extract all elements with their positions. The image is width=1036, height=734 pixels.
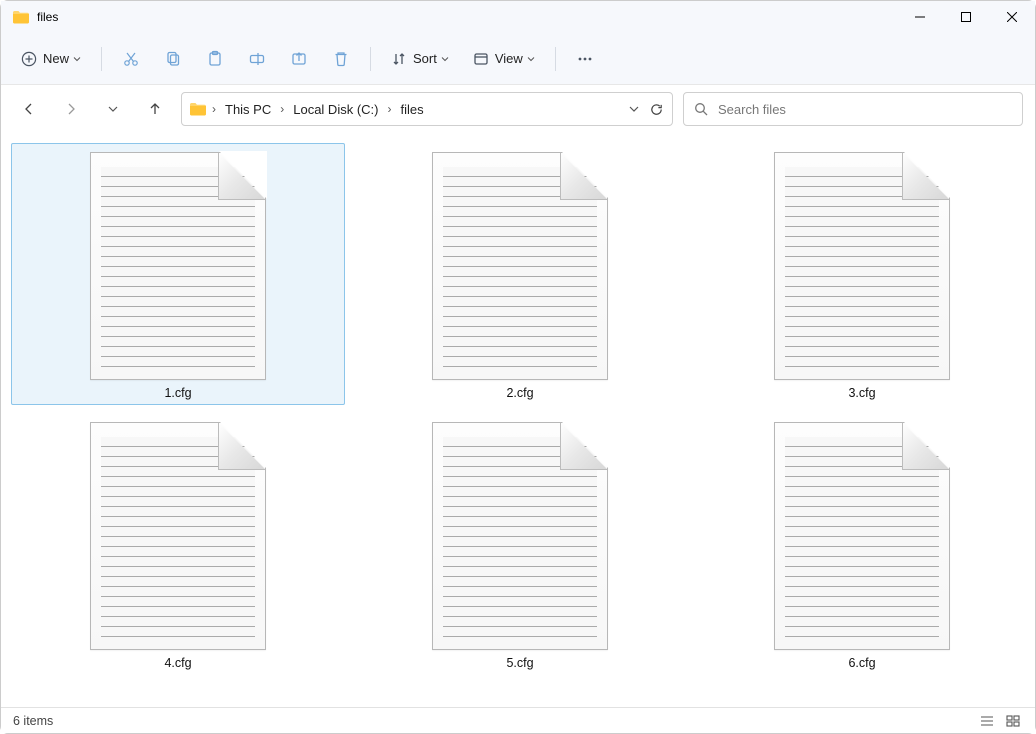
copy-button[interactable]	[154, 41, 192, 77]
icons-view-button[interactable]	[1003, 712, 1023, 730]
chevron-down-icon	[527, 55, 535, 63]
clipboard-icon	[206, 50, 224, 68]
close-button[interactable]	[989, 1, 1035, 33]
file-thumbnail	[774, 152, 950, 380]
share-icon	[290, 50, 308, 68]
nav-row: › This PC › Local Disk (C:) › files	[1, 85, 1035, 133]
new-label: New	[43, 51, 69, 66]
file-item[interactable]: 4.cfg	[11, 413, 345, 675]
chevron-down-icon	[73, 55, 81, 63]
file-name: 1.cfg	[164, 386, 191, 400]
more-button[interactable]	[566, 41, 604, 77]
file-item[interactable]: 1.cfg	[11, 143, 345, 405]
chevron-down-icon	[441, 55, 449, 63]
window-controls	[897, 1, 1035, 33]
breadcrumb[interactable]: files	[397, 100, 426, 119]
forward-button[interactable]	[55, 93, 87, 125]
recent-button[interactable]	[97, 93, 129, 125]
file-item[interactable]: 6.cfg	[695, 413, 1029, 675]
file-name: 3.cfg	[848, 386, 875, 400]
history-dropdown[interactable]	[629, 104, 639, 114]
file-item[interactable]: 5.cfg	[353, 413, 687, 675]
minimize-button[interactable]	[897, 1, 943, 33]
chevron-right-icon: ›	[385, 102, 393, 116]
maximize-button[interactable]	[943, 1, 989, 33]
separator	[555, 47, 556, 71]
search-input[interactable]	[718, 102, 1012, 117]
view-button[interactable]: View	[463, 41, 545, 77]
file-pane[interactable]: 1.cfg 2.cfg 3.cfg 4.cfg 5.cfg	[1, 133, 1035, 707]
cut-button[interactable]	[112, 41, 150, 77]
file-thumbnail	[432, 422, 608, 650]
new-button[interactable]: New	[11, 41, 91, 77]
item-count: 6 items	[13, 714, 53, 728]
rename-icon	[248, 50, 266, 68]
separator	[101, 47, 102, 71]
search-icon	[694, 102, 708, 116]
view-icon	[473, 51, 489, 67]
trash-icon	[332, 50, 350, 68]
file-name: 6.cfg	[848, 656, 875, 670]
separator	[370, 47, 371, 71]
file-name: 2.cfg	[506, 386, 533, 400]
sort-icon	[391, 51, 407, 67]
paste-button[interactable]	[196, 41, 234, 77]
chevron-right-icon: ›	[210, 102, 218, 116]
status-bar: 6 items	[1, 707, 1035, 733]
share-button[interactable]	[280, 41, 318, 77]
back-button[interactable]	[13, 93, 45, 125]
chevron-right-icon: ›	[278, 102, 286, 116]
file-name: 5.cfg	[506, 656, 533, 670]
sort-label: Sort	[413, 51, 437, 66]
plus-circle-icon	[21, 51, 37, 67]
ellipsis-icon	[576, 50, 594, 68]
search-box[interactable]	[683, 92, 1023, 126]
breadcrumb[interactable]: This PC	[222, 100, 274, 119]
folder-icon	[1, 10, 29, 24]
folder-icon	[190, 102, 206, 116]
file-item[interactable]: 2.cfg	[353, 143, 687, 405]
breadcrumb[interactable]: Local Disk (C:)	[290, 100, 381, 119]
scissors-icon	[122, 50, 140, 68]
rename-button[interactable]	[238, 41, 276, 77]
file-thumbnail	[90, 422, 266, 650]
details-view-button[interactable]	[977, 712, 997, 730]
toolbar: New Sort View	[1, 33, 1035, 85]
sort-button[interactable]: Sort	[381, 41, 459, 77]
refresh-button[interactable]	[649, 102, 664, 117]
file-item[interactable]: 3.cfg	[695, 143, 1029, 405]
title-bar: files	[1, 1, 1035, 33]
delete-button[interactable]	[322, 41, 360, 77]
view-label: View	[495, 51, 523, 66]
copy-icon	[164, 50, 182, 68]
window-title: files	[37, 10, 897, 24]
up-button[interactable]	[139, 93, 171, 125]
file-name: 4.cfg	[164, 656, 191, 670]
file-thumbnail	[90, 152, 266, 380]
file-thumbnail	[432, 152, 608, 380]
address-bar[interactable]: › This PC › Local Disk (C:) › files	[181, 92, 673, 126]
file-thumbnail	[774, 422, 950, 650]
